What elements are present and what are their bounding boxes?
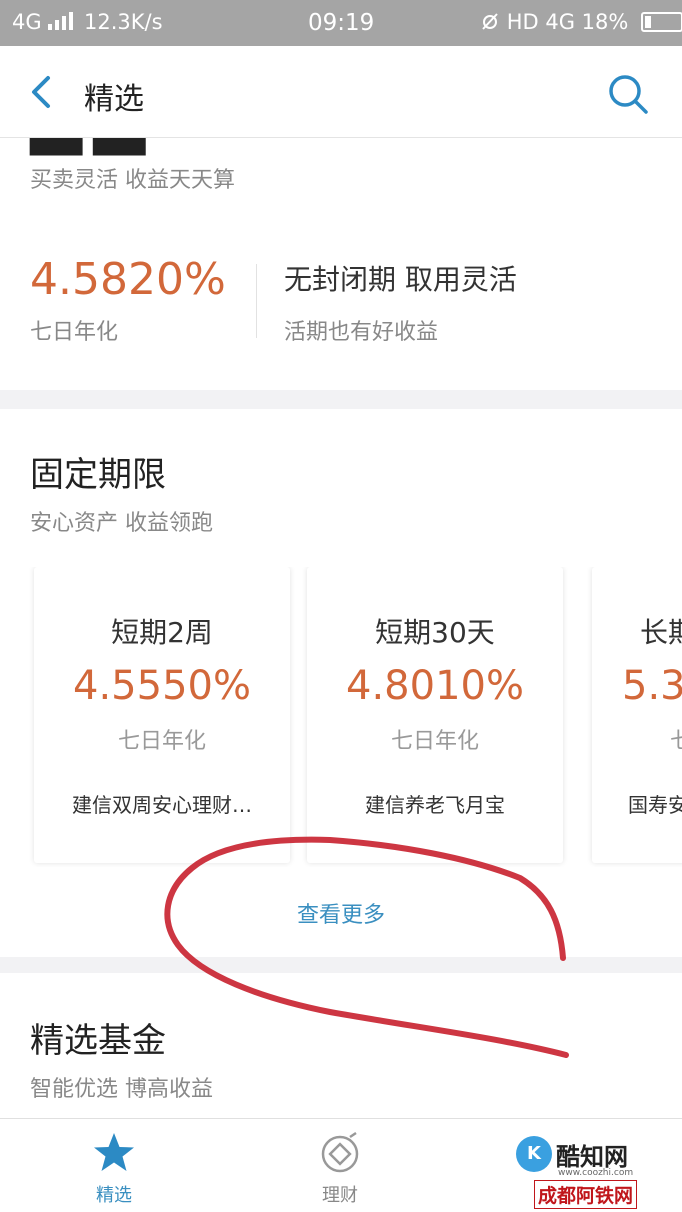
clock: 09:19 xyxy=(308,10,375,36)
battery-percent: 18% xyxy=(581,10,629,34)
feature-subtitle: 活期也有好收益 xyxy=(284,320,439,345)
product-rate: 5.3 xyxy=(622,663,682,709)
cut-off-title-area: ▆▆ ▆▆ xyxy=(0,138,682,158)
network-type-2: 4G xyxy=(545,10,575,34)
product-name: 国寿安 xyxy=(628,793,682,817)
product-term: 短期2周 xyxy=(111,616,213,649)
fund-section[interactable]: 精选基金 智能优选 博高收益 xyxy=(0,973,682,1118)
product-term: 短期30天 xyxy=(375,616,495,649)
product-rate-label: 七日年化 xyxy=(117,729,206,754)
tab-featured[interactable]: 精选 xyxy=(54,1119,174,1212)
nav-bar: 精选 xyxy=(0,46,682,138)
section-title: 精选基金 xyxy=(30,1021,166,1061)
product-card[interactable]: 短期2周 4.5550% 七日年化 建信双周安心理财… xyxy=(34,567,290,863)
current-rate: 4.5820% xyxy=(30,254,226,305)
product-rate: 4.8010% xyxy=(346,663,524,709)
back-arrow-icon[interactable] xyxy=(24,72,60,112)
tab-label: 理财 xyxy=(322,1185,358,1206)
section-title-cutoff: ▆▆ ▆▆ xyxy=(30,138,145,156)
chengdu-watermark: 成都阿铁网 xyxy=(534,1180,638,1209)
status-right: HD 4G 18% xyxy=(480,10,682,34)
alarm-muted-icon xyxy=(482,13,498,30)
wealth-icon xyxy=(321,1131,359,1173)
status-bar: 4G 12.3K/s 09:19 HD 4G 18% xyxy=(0,0,682,46)
page-title: 精选 xyxy=(84,82,144,117)
product-carousel[interactable]: 短期2周 4.5550% 七日年化 建信双周安心理财… 短期30天 4.8010… xyxy=(0,567,682,867)
battery-icon xyxy=(641,12,682,32)
divider xyxy=(256,264,257,338)
search-icon[interactable] xyxy=(606,72,650,116)
section-subtitle: 安心资产 收益领跑 xyxy=(30,511,213,536)
coozhi-watermark: K 酷知网 www.coozhi.com xyxy=(516,1136,633,1178)
current-rate-label: 七日年化 xyxy=(30,320,119,345)
current-deposit-section[interactable]: ▆▆ ▆▆ 买卖灵活 收益天天算 4.5820% 七日年化 无封闭期 取用灵活 … xyxy=(0,138,682,390)
product-rate-label: 七 xyxy=(670,729,682,754)
feature-title: 无封闭期 取用灵活 xyxy=(284,263,517,296)
section-title: 固定期限 xyxy=(30,455,166,495)
star-icon xyxy=(94,1133,134,1171)
section-subtitle: 买卖灵活 收益天天算 xyxy=(30,168,235,193)
product-rate: 4.5550% xyxy=(73,663,251,709)
network-speed: 12.3K/s xyxy=(84,10,163,34)
section-subtitle: 智能优选 博高收益 xyxy=(30,1077,213,1102)
network-type: 4G xyxy=(12,10,42,34)
product-rate-label: 七日年化 xyxy=(390,729,479,754)
product-name: 建信养老飞月宝 xyxy=(365,793,505,817)
signal-indicator: 4G xyxy=(12,10,74,34)
signal-bars-icon xyxy=(48,12,74,30)
view-more-link[interactable]: 查看更多 xyxy=(0,897,682,929)
tab-label: 精选 xyxy=(96,1185,132,1206)
tab-wealth[interactable]: 理财 xyxy=(280,1119,400,1212)
watermark-text: 酷知网 xyxy=(556,1142,628,1171)
product-name: 建信双周安心理财… xyxy=(72,793,252,817)
watermark-url: www.coozhi.com xyxy=(558,1168,634,1178)
product-term: 长期 xyxy=(640,616,682,649)
coozhi-logo-icon: K xyxy=(516,1136,552,1172)
fixed-term-section: 固定期限 安心资产 收益领跑 短期2周 4.5550% 七日年化 建信双周安心理… xyxy=(0,409,682,957)
hd-indicator: HD xyxy=(506,10,539,34)
product-card[interactable]: 短期30天 4.8010% 七日年化 建信养老飞月宝 xyxy=(307,567,563,863)
product-card[interactable]: 长期 5.3 七 国寿安 xyxy=(592,567,682,863)
